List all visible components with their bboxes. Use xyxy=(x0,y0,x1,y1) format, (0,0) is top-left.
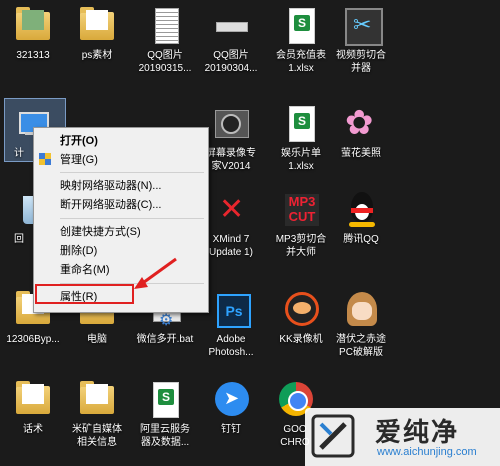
menu-item-disconnect-network-drive[interactable]: 断开网络驱动器(C)... xyxy=(60,196,161,214)
desktop-icon-entertainment-list[interactable]: 娱乐片单 1.xlsx xyxy=(268,104,334,173)
mp3-icon: MP3 CUT xyxy=(281,190,321,230)
desktop-icon-321313[interactable]: 321313 xyxy=(0,6,66,62)
excel-file-icon xyxy=(281,104,321,144)
kk-recorder-icon xyxy=(281,290,321,330)
properties-highlight-box xyxy=(35,284,134,304)
folder-icon xyxy=(13,380,53,420)
icon-label: ps素材 xyxy=(81,50,113,61)
icon-label: 话术 xyxy=(23,424,43,435)
shield-icon xyxy=(39,153,51,165)
excel-file-icon xyxy=(281,6,321,46)
image-file-icon xyxy=(145,6,185,46)
desktop-icon-aliyun-server[interactable]: 阿里云服务 器及数据... xyxy=(132,380,198,449)
icon-label: 微信多开.bat xyxy=(136,334,194,345)
menu-item-open[interactable]: 打开(O) xyxy=(60,132,98,150)
anime-character-icon xyxy=(341,290,381,330)
photoshop-icon: Ps xyxy=(211,290,251,330)
xmind-icon: ✕ xyxy=(219,193,245,226)
flower-icon: ✿ xyxy=(345,104,374,142)
icon-label: 钉钉 xyxy=(221,424,241,435)
icon-label: MP3剪切合 并大师 xyxy=(275,234,327,258)
icon-label: 潜伏之赤途 PC破解版 xyxy=(336,334,386,358)
icon-label: 12306Byp... xyxy=(6,334,60,345)
menu-item-create-shortcut[interactable]: 创建快捷方式(S) xyxy=(60,223,141,241)
desktop-icon-qq-image-1[interactable]: QQ图片 20190315... xyxy=(132,6,198,75)
desktop-icon-flower-photo[interactable]: ✿ 萤花美照 xyxy=(328,104,394,160)
desktop-icon-anime-game[interactable]: 潜伏之赤途 PC破解版 xyxy=(328,290,394,359)
icon-label: 娱乐片单 1.xlsx xyxy=(281,148,321,172)
icon-label: 萤花美照 xyxy=(341,148,381,159)
folder-icon xyxy=(77,380,117,420)
watermark: 爱纯净 www.aichunjing.com xyxy=(305,408,500,466)
excel-file-icon xyxy=(145,380,185,420)
menu-separator xyxy=(60,172,204,173)
icon-label: 视频剪切合 并器 xyxy=(336,50,386,74)
red-arrow-icon xyxy=(134,257,177,289)
desktop-icon-dingtalk[interactable]: ➤ 钉钉 xyxy=(198,380,264,436)
watermark-title: 爱纯净 xyxy=(375,417,460,447)
icon-label: KK录像机 xyxy=(279,334,323,345)
desktop-icon-kk-recorder[interactable]: KK录像机 xyxy=(268,290,334,346)
desktop-icon-media-info[interactable]: 米矿自媒体 相关信息 xyxy=(64,380,130,449)
icon-label: 米矿自媒体 相关信息 xyxy=(72,424,122,448)
desktop-icon-qq-image-2[interactable]: QQ图片 20190304... xyxy=(198,6,264,75)
menu-item-map-network-drive[interactable]: 映射网络驱动器(N)... xyxy=(60,177,161,195)
watermark-logo-icon xyxy=(311,414,355,458)
icon-label: 电脑 xyxy=(87,334,107,345)
qq-penguin-icon xyxy=(341,190,381,230)
film-camera-icon xyxy=(211,104,251,144)
icon-label: QQ图片 20190304... xyxy=(204,50,258,74)
desktop-icon-mp3-cutter[interactable]: MP3 CUT MP3剪切合 并大师 xyxy=(268,190,334,259)
desktop-icon-member-recharge[interactable]: 会员充值表 1.xlsx xyxy=(268,6,334,75)
icon-label: 321313 xyxy=(16,50,50,61)
menu-item-manage[interactable]: 管理(G) xyxy=(60,151,98,169)
desktop-icon-tencent-qq[interactable]: 腾讯QQ xyxy=(328,190,394,246)
icon-label: 阿里云服务 器及数据... xyxy=(140,424,190,448)
menu-separator xyxy=(60,218,204,219)
icon-label: 腾讯QQ xyxy=(343,234,379,245)
menu-item-delete[interactable]: 删除(D) xyxy=(60,242,97,260)
icon-label: Adobe Photosh... xyxy=(208,334,254,358)
desktop-icon-ps-materials[interactable]: ps素材 xyxy=(64,6,130,62)
scissors-icon: ✂ xyxy=(341,6,383,46)
image-file-icon xyxy=(211,6,251,46)
icon-label: 会员充值表 1.xlsx xyxy=(276,50,326,74)
folder-icon xyxy=(13,6,53,46)
desktop-icon-video-cutter[interactable]: ✂ 视频剪切合 并器 xyxy=(328,6,394,75)
desktop-icon-scripts[interactable]: 话术 xyxy=(0,380,66,436)
menu-item-rename[interactable]: 重命名(M) xyxy=(60,261,110,279)
folder-icon xyxy=(77,6,117,46)
dingtalk-icon: ➤ xyxy=(211,380,251,420)
icon-label: QQ图片 20190315... xyxy=(138,50,192,74)
watermark-url: www.aichunjing.com xyxy=(377,446,477,458)
